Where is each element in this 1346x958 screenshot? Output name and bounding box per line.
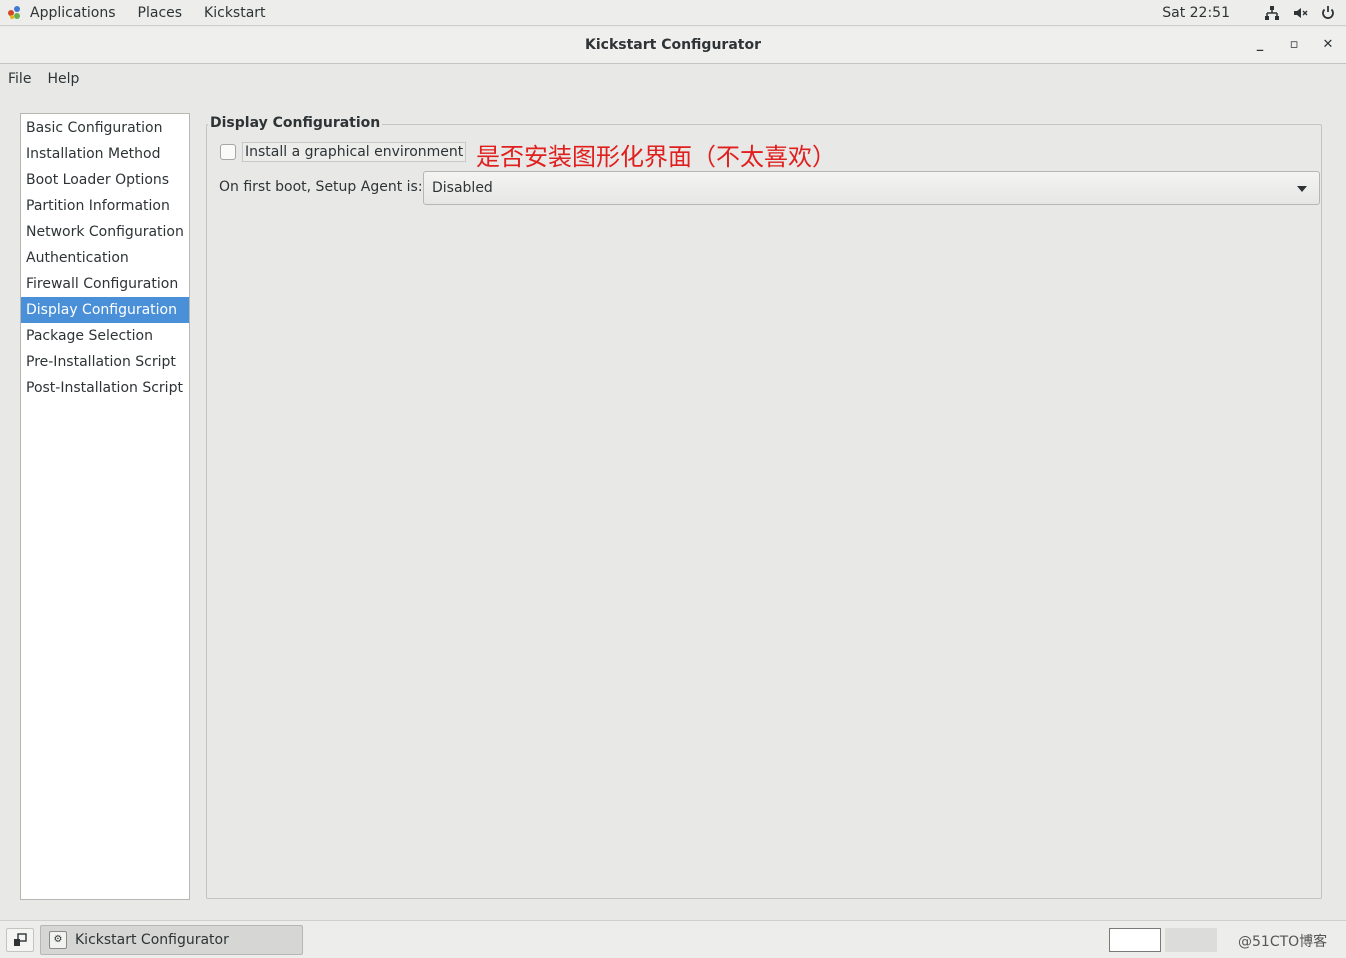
section-item[interactable]: Post-Installation Script [21, 375, 189, 401]
applications-menu[interactable]: Applications [8, 5, 116, 21]
setup-agent-label: On first boot, Setup Agent is: [219, 179, 423, 195]
workspace-2[interactable] [1165, 928, 1217, 952]
section-item[interactable]: Firewall Configuration [21, 271, 189, 297]
kickstart-menu[interactable]: Kickstart [204, 5, 265, 21]
window-titlebar[interactable]: Kickstart Configurator _ ▫ ✕ [0, 27, 1346, 64]
network-icon[interactable] [1264, 5, 1280, 21]
section-item[interactable]: Partition Information [21, 193, 189, 219]
applications-icon [8, 5, 22, 20]
section-item[interactable]: Pre-Installation Script [21, 349, 189, 375]
section-item[interactable]: Installation Method [21, 141, 189, 167]
setup-agent-value: Disabled [432, 180, 493, 196]
section-item[interactable]: Display Configuration [21, 297, 189, 323]
places-menu[interactable]: Places [138, 5, 183, 21]
show-desktop-button[interactable] [6, 928, 34, 952]
section-list-items: Basic Configuration Installation Method Bo… [21, 114, 189, 401]
minimize-button[interactable]: _ [1252, 37, 1268, 53]
graphical-environment-row[interactable]: Install a graphical environment [220, 140, 467, 164]
section-item[interactable]: Network Configuration [21, 219, 189, 245]
dropdown-arrow-icon [1297, 186, 1307, 192]
menu-file[interactable]: File [8, 71, 31, 87]
annotation-text: 是否安装图形化界面（不太喜欢） [476, 143, 836, 171]
close-button[interactable]: ✕ [1320, 37, 1336, 53]
display-configuration-frame [206, 124, 1322, 899]
section-item[interactable]: Authentication [21, 245, 189, 271]
clock[interactable]: Sat 22:51 [1162, 5, 1230, 21]
task-kickstart-configurator[interactable]: ⚙ Kickstart Configurator [40, 925, 303, 955]
panel-status-area: Sat 22:51 [1162, 0, 1336, 26]
graphical-environment-checkbox[interactable] [220, 144, 236, 160]
section-list: Basic Configuration Installation Method Bo… [20, 113, 190, 900]
setup-agent-dropdown[interactable]: Disabled [423, 171, 1320, 205]
top-panel: Applications Places Kickstart Sat 22:51 [0, 0, 1346, 26]
section-item[interactable]: Boot Loader Options [21, 167, 189, 193]
kickstart-app-icon: ⚙ [49, 931, 67, 949]
watermark: @51CTO博客 [1238, 934, 1328, 950]
task-label: Kickstart Configurator [75, 932, 229, 948]
power-icon[interactable] [1320, 5, 1336, 21]
graphical-environment-label[interactable]: Install a graphical environment [242, 142, 467, 162]
window-title: Kickstart Configurator [585, 37, 761, 53]
maximize-button[interactable]: ▫ [1286, 37, 1302, 53]
menu-help[interactable]: Help [47, 71, 79, 87]
applications-label: Applications [30, 4, 116, 21]
section-item[interactable]: Basic Configuration [21, 115, 189, 141]
volume-muted-icon[interactable] [1292, 5, 1308, 21]
section-item[interactable]: Package Selection [21, 323, 189, 349]
show-desktop-icon [14, 933, 27, 946]
frame-title: Display Configuration [208, 115, 383, 131]
workspace-1[interactable] [1109, 928, 1161, 952]
menubar: File Help [0, 65, 1346, 93]
taskbar: ⚙ Kickstart Configurator @51CTO博客 [0, 920, 1346, 958]
